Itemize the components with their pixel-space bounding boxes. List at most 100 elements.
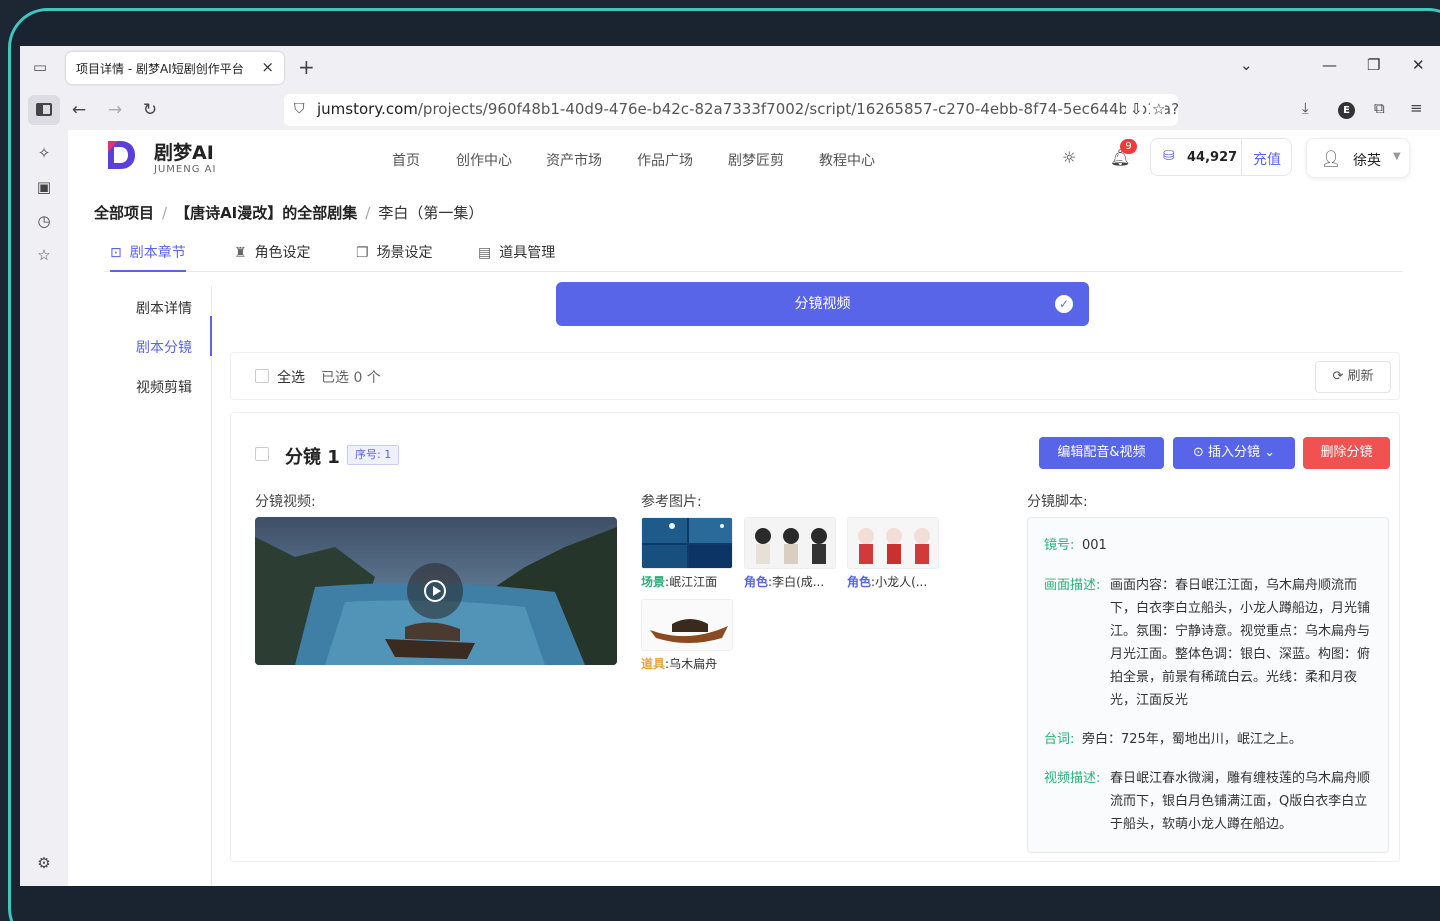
menu-storyboard[interactable]: 剧本分镜 xyxy=(136,337,192,357)
url-domain: jumstory.com xyxy=(317,100,418,118)
menu-icon[interactable]: ≡ xyxy=(1410,99,1423,117)
user-avatar-icon: 👤︎ xyxy=(1321,149,1342,168)
logo-name: 剧梦AI xyxy=(154,142,214,164)
logo-icon[interactable] xyxy=(104,138,138,172)
tab-script-chapters[interactable]: ⊡ 剧本章节 xyxy=(110,242,186,272)
tab-characters[interactable]: ♜ 角色设定 xyxy=(234,242,311,272)
reload-icon[interactable]: ↻ xyxy=(138,98,162,122)
divider xyxy=(1241,139,1242,175)
forward-icon[interactable]: → xyxy=(103,98,127,122)
download-icon[interactable]: ⤓ xyxy=(1302,99,1309,117)
tab-scenes[interactable]: ❐ 场景设定 xyxy=(356,242,433,272)
refresh-button[interactable]: ⟳ 刷新 xyxy=(1315,361,1391,393)
tab-props[interactable]: ▤ 道具管理 xyxy=(478,242,555,272)
nav-editor[interactable]: 剧梦匠剪 xyxy=(728,150,784,170)
shot-title: 分镜 1 xyxy=(285,447,340,468)
select-all-label[interactable]: 全选 xyxy=(277,367,305,387)
nav-tutorials[interactable]: 教程中心 xyxy=(819,150,875,170)
insert-shot-label: 插入分镜 xyxy=(1207,445,1260,460)
tab-list-icon[interactable]: ▭ xyxy=(30,58,50,78)
tab-label: 角色设定 xyxy=(254,245,311,261)
install-app-icon[interactable]: ⇩ xyxy=(1126,100,1143,118)
box-icon: ▤ xyxy=(478,245,492,261)
nav-works-plaza[interactable]: 作品广场 xyxy=(637,150,693,170)
reference-image-prop[interactable] xyxy=(641,599,733,651)
minimize-icon[interactable]: — xyxy=(1322,56,1337,74)
sequence-tag: 序号: 1 xyxy=(347,445,400,465)
reference-image-scene[interactable] xyxy=(641,517,733,569)
refresh-label: 刷新 xyxy=(1347,369,1374,384)
theme-sun-icon[interactable]: ☼ xyxy=(1062,148,1076,167)
sidebar-toggle-button[interactable] xyxy=(28,95,60,125)
reference-kind: 角色 xyxy=(744,575,769,589)
copy-icon: ❐ xyxy=(356,245,369,261)
script-value: 春日岷江春水微澜，雕有缠枝莲的乌木扁舟顺流而下，银白月色铺满江面，Q版白衣李白立… xyxy=(1110,771,1371,832)
ai-sparkle-icon[interactable]: ✧ xyxy=(34,144,54,164)
logo-subtitle: JUMENG AI xyxy=(154,164,217,175)
breadcrumb-series[interactable]: 【唐诗AI漫改】的全部剧集 xyxy=(175,204,357,222)
breadcrumb-all-projects[interactable]: 全部项目 xyxy=(94,204,154,222)
script-value: 001 xyxy=(1082,538,1107,553)
nav-creation-center[interactable]: 创作中心 xyxy=(456,150,512,170)
play-icon xyxy=(424,580,446,602)
edit-voice-video-button[interactable]: 编辑配音&视频 xyxy=(1039,437,1164,469)
app-header: 剧梦AI JUMENG AI 首页 创作中心 资产市场 作品广场 剧梦匠剪 教程… xyxy=(68,130,1440,186)
url-path: /projects/960f48b1-40d9-476e-b42c-82a733… xyxy=(417,100,1178,118)
credit-amount: 44,927 xyxy=(1187,150,1238,165)
nav-home[interactable]: 首页 xyxy=(392,150,420,170)
extensions-puzzle-icon[interactable]: ⧉ xyxy=(1374,99,1385,117)
recharge-button[interactable]: 充值 xyxy=(1253,149,1281,169)
reference-name: 乌木扁舟 xyxy=(669,657,718,671)
history-clock-icon[interactable]: ◷ xyxy=(34,212,54,232)
back-icon[interactable]: ← xyxy=(67,98,91,122)
storyboard-video-button[interactable]: 分镜视频 ✓ xyxy=(556,282,1089,326)
user-name: 徐英 xyxy=(1353,153,1381,169)
bookmarks-star-icon[interactable]: ☆ xyxy=(34,246,54,266)
refresh-icon: ⟳ xyxy=(1332,369,1348,384)
script-key: 视频描述: xyxy=(1044,771,1101,786)
insert-shot-button[interactable]: ⊙ 插入分镜 ⌄ xyxy=(1173,437,1295,469)
new-tab-icon[interactable]: + xyxy=(298,55,315,79)
delete-shot-button[interactable]: 删除分镜 xyxy=(1303,437,1390,469)
reference-image-character-dragon[interactable] xyxy=(847,517,939,569)
project-tabs: ⊡ 剧本章节 ♜ 角色设定 ❐ 场景设定 ▤ 道具管理 xyxy=(104,238,1402,272)
play-button[interactable] xyxy=(407,563,463,619)
character-thumbnail-image xyxy=(745,518,835,568)
nav-asset-market[interactable]: 资产市场 xyxy=(546,150,602,170)
browser-navbar: ← → ↻ ⛉ jumstory.com/projects/960f48b1-4… xyxy=(20,90,1440,130)
address-bar[interactable]: ⛉ jumstory.com/projects/960f48b1-40d9-47… xyxy=(284,94,1178,126)
reference-name: 李白(成... xyxy=(772,575,825,589)
reference-image-character-libai[interactable] xyxy=(744,517,836,569)
shot-checkbox[interactable] xyxy=(255,447,269,461)
script-section-label: 分镜脚本: xyxy=(1027,494,1088,510)
close-tab-icon[interactable]: × xyxy=(261,58,274,76)
bookmark-star-icon[interactable]: ☆ xyxy=(1150,100,1166,118)
chevron-down-icon: ⌄ xyxy=(1260,445,1276,460)
extension-icon[interactable]: E xyxy=(1338,102,1355,119)
calendar-icon: ⊡ xyxy=(110,245,122,261)
script-key: 画面描述: xyxy=(1044,578,1101,593)
breadcrumb-separator: / xyxy=(365,204,371,222)
reference-caption-character: 角色:小龙人(... xyxy=(847,575,928,589)
coin-stack-icon: ⛁ xyxy=(1163,148,1175,164)
script-value: 旁白：725年，蜀地出川，岷江之上。 xyxy=(1082,732,1302,747)
user-menu[interactable]: 👤︎ 徐英 ▼ xyxy=(1306,138,1410,178)
shot-card: 分镜 1 序号: 1 编辑配音&视频 ⊙ 插入分镜 ⌄ 删除分镜 分镜视频: 参… xyxy=(230,412,1400,862)
active-indicator xyxy=(210,316,212,356)
select-all-checkbox[interactable] xyxy=(255,369,269,383)
menu-video-editing[interactable]: 视频剪辑 xyxy=(136,377,192,397)
reference-name: 小龙人(... xyxy=(875,575,928,589)
reference-name: 岷江江面 xyxy=(669,575,718,589)
restore-icon[interactable]: ❐ xyxy=(1367,56,1380,74)
close-window-icon[interactable]: ✕ xyxy=(1412,56,1425,74)
notification-badge: 9 xyxy=(1120,139,1137,154)
browser-tab[interactable]: 项目详情 - 剧梦AI短剧创作平台 × xyxy=(66,52,284,84)
settings-gear-icon[interactable]: ⚙ xyxy=(34,854,54,874)
shot-video-thumbnail[interactable] xyxy=(255,517,617,665)
menu-script-details[interactable]: 剧本详情 xyxy=(136,298,192,318)
reference-kind: 道具 xyxy=(641,657,666,671)
reference-kind: 角色 xyxy=(847,575,872,589)
tab-overflow-chevron-icon[interactable]: ⌄ xyxy=(1240,56,1253,74)
script-key: 镜号: xyxy=(1044,538,1075,553)
synced-tabs-icon[interactable]: ▣ xyxy=(34,178,54,198)
